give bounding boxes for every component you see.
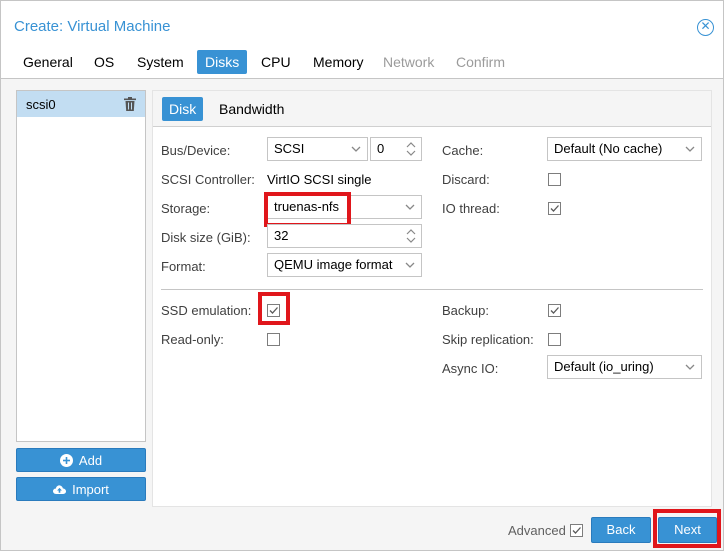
- io-thread-checkbox[interactable]: [548, 202, 561, 215]
- chevron-down-icon: [685, 364, 695, 370]
- disk-size-stepper[interactable]: 32: [267, 224, 422, 248]
- async-io-value: Default (io_uring): [554, 359, 654, 374]
- device-value: 0: [377, 141, 385, 156]
- chevron-down-icon: [405, 262, 415, 268]
- ssd-highlight-box: [258, 292, 290, 325]
- subtab-bandwidth[interactable]: Bandwidth: [212, 97, 291, 121]
- disk-item-label: scsi0: [26, 97, 56, 112]
- next-highlight-box: [653, 509, 721, 548]
- disk-size-label: Disk size (GiB):: [161, 230, 251, 245]
- back-button[interactable]: Back: [591, 517, 651, 543]
- spinner-icon[interactable]: [406, 228, 416, 244]
- tab-network: Network: [383, 54, 435, 70]
- cache-select[interactable]: Default (No cache): [547, 137, 702, 161]
- read-only-label: Read-only:: [161, 332, 224, 347]
- skip-replication-checkbox[interactable]: [548, 333, 561, 346]
- read-only-checkbox[interactable]: [267, 333, 280, 346]
- bus-select[interactable]: SCSI: [267, 137, 368, 161]
- dialog-titlebar: Create: Virtual Machine ✕: [1, 1, 723, 45]
- spinner-icon[interactable]: [406, 141, 416, 157]
- skip-replication-label: Skip replication:: [442, 332, 534, 347]
- async-io-label: Async IO:: [442, 361, 499, 376]
- format-label: Format:: [161, 259, 206, 274]
- scsi-controller-value: VirtIO SCSI single: [267, 172, 372, 187]
- ssd-emulation-label: SSD emulation:: [161, 303, 252, 318]
- chevron-down-icon: [351, 146, 361, 152]
- disk-settings-panel: Disk Bandwidth Bus/Device: SCSI 0 SCSI C…: [152, 90, 712, 507]
- backup-checkbox[interactable]: [548, 304, 561, 317]
- section-divider: [161, 289, 703, 290]
- device-stepper[interactable]: 0: [370, 137, 422, 161]
- plus-circle-icon: [59, 453, 73, 467]
- checkmark-icon: [550, 307, 559, 314]
- discard-label: Discard:: [442, 172, 490, 187]
- storage-highlight-box: [264, 192, 351, 227]
- advanced-checkbox[interactable]: [570, 524, 583, 537]
- list-item[interactable]: scsi0: [17, 91, 145, 117]
- dialog-title: Create: Virtual Machine: [14, 18, 171, 35]
- format-select[interactable]: QEMU image format: [267, 253, 422, 277]
- tab-confirm: Confirm: [456, 54, 506, 70]
- bus-device-label: Bus/Device:: [161, 143, 231, 158]
- format-value: QEMU image format: [274, 257, 393, 272]
- add-button-label: Add: [78, 452, 103, 468]
- cloud-upload-icon: [53, 484, 67, 494]
- disk-size-value: 32: [274, 228, 289, 243]
- storage-label: Storage:: [161, 201, 211, 216]
- wizard-tabbar: General OS System Disks CPU Memory Netwo…: [1, 45, 723, 79]
- trash-icon[interactable]: [124, 97, 136, 111]
- tab-disks[interactable]: Disks: [197, 50, 248, 74]
- import-button-label: Import: [72, 481, 109, 497]
- scsi-controller-label: SCSI Controller:: [161, 172, 255, 187]
- import-disk-button[interactable]: Import: [16, 477, 146, 501]
- chevron-down-icon: [405, 204, 415, 210]
- close-icon[interactable]: ✕: [697, 19, 714, 36]
- async-io-select[interactable]: Default (io_uring): [547, 355, 702, 379]
- create-vm-dialog: Create: Virtual Machine ✕ General OS Sys…: [0, 0, 724, 551]
- io-thread-label: IO thread:: [442, 201, 500, 216]
- tab-general[interactable]: General: [15, 50, 81, 74]
- subtab-disk[interactable]: Disk: [162, 97, 204, 121]
- tab-os[interactable]: OS: [86, 50, 122, 74]
- add-disk-button[interactable]: Add: [16, 448, 146, 472]
- tab-system[interactable]: System: [129, 50, 192, 74]
- discard-checkbox[interactable]: [548, 173, 561, 186]
- checkmark-icon: [572, 527, 581, 534]
- tab-memory[interactable]: Memory: [305, 50, 372, 74]
- advanced-label: Advanced: [508, 523, 566, 538]
- cache-value: Default (No cache): [554, 141, 663, 156]
- cache-label: Cache:: [442, 143, 484, 158]
- disk-list: scsi0: [16, 90, 146, 442]
- chevron-down-icon: [685, 146, 695, 152]
- disk-subtabs: Disk Bandwidth: [153, 91, 711, 127]
- checkmark-icon: [550, 205, 559, 212]
- bus-value: SCSI: [274, 141, 305, 156]
- tab-cpu[interactable]: CPU: [253, 50, 299, 74]
- backup-label: Backup:: [442, 303, 489, 318]
